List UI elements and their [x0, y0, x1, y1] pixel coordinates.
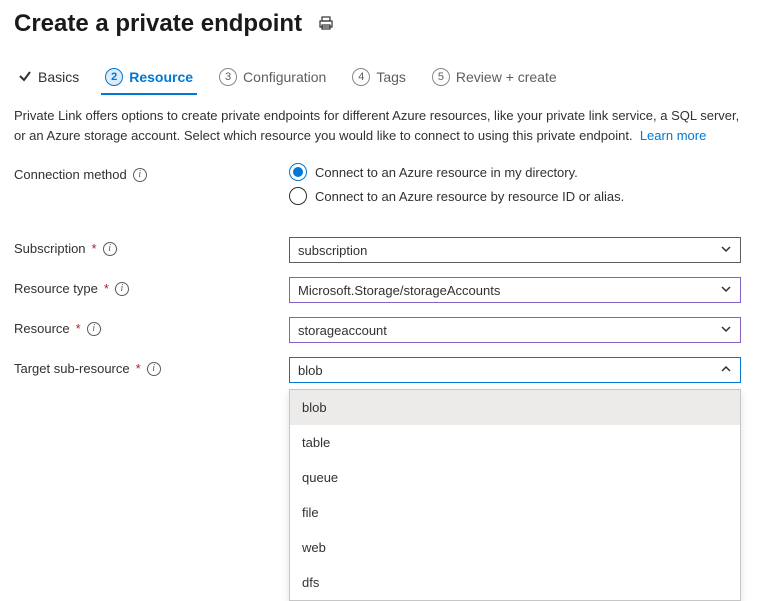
dropdown-option-blob[interactable]: blob	[290, 390, 740, 425]
print-icon[interactable]	[318, 15, 334, 34]
info-icon[interactable]: i	[87, 322, 101, 336]
radio-connect-resource-id[interactable]: Connect to an Azure resource by resource…	[289, 187, 741, 205]
resource-type-label: Resource type	[14, 281, 98, 296]
target-sub-resource-select[interactable]: blob	[289, 357, 741, 383]
step-number: 3	[219, 68, 237, 86]
tab-basics[interactable]: Basics	[14, 63, 83, 94]
info-icon[interactable]: i	[147, 362, 161, 376]
page-title: Create a private endpoint	[14, 10, 302, 38]
target-sub-resource-value: blob	[298, 363, 323, 378]
radio-label: Connect to an Azure resource in my direc…	[315, 165, 578, 180]
radio-icon	[289, 163, 307, 181]
radio-icon	[289, 187, 307, 205]
chevron-up-icon	[720, 363, 732, 378]
info-icon[interactable]: i	[115, 282, 129, 296]
tab-configuration[interactable]: 3 Configuration	[215, 62, 330, 94]
dropdown-option-queue[interactable]: queue	[290, 460, 740, 495]
target-sub-resource-dropdown: blob table queue file web dfs	[289, 389, 741, 601]
description-text: Private Link offers options to create pr…	[14, 106, 744, 145]
required-indicator: *	[76, 321, 81, 336]
tab-configuration-label: Configuration	[243, 69, 326, 85]
step-number: 2	[105, 68, 123, 86]
resource-label: Resource	[14, 321, 70, 336]
resource-type-value: Microsoft.Storage/storageAccounts	[298, 283, 500, 298]
subscription-select[interactable]: subscription	[289, 237, 741, 263]
required-indicator: *	[136, 361, 141, 376]
resource-select[interactable]: storageaccount	[289, 317, 741, 343]
learn-more-link[interactable]: Learn more	[640, 128, 706, 143]
info-icon[interactable]: i	[133, 168, 147, 182]
dropdown-option-file[interactable]: file	[290, 495, 740, 530]
dropdown-option-web[interactable]: web	[290, 530, 740, 565]
subscription-value: subscription	[298, 243, 367, 258]
tab-review-label: Review + create	[456, 69, 557, 85]
radio-label: Connect to an Azure resource by resource…	[315, 189, 624, 204]
tab-review[interactable]: 5 Review + create	[428, 62, 561, 94]
tab-resource-label: Resource	[129, 69, 193, 85]
tab-resource[interactable]: 2 Resource	[101, 62, 197, 94]
dropdown-option-table[interactable]: table	[290, 425, 740, 460]
required-indicator: *	[104, 281, 109, 296]
required-indicator: *	[92, 241, 97, 256]
chevron-down-icon	[720, 283, 732, 298]
wizard-tabs: Basics 2 Resource 3 Configuration 4 Tags…	[14, 62, 744, 94]
tab-basics-label: Basics	[38, 69, 79, 85]
chevron-down-icon	[720, 243, 732, 258]
resource-type-select[interactable]: Microsoft.Storage/storageAccounts	[289, 277, 741, 303]
tab-tags[interactable]: 4 Tags	[348, 62, 410, 94]
chevron-down-icon	[720, 323, 732, 338]
step-number: 4	[352, 68, 370, 86]
subscription-label: Subscription	[14, 241, 86, 256]
resource-value: storageaccount	[298, 323, 387, 338]
target-sub-resource-label: Target sub-resource	[14, 361, 130, 376]
check-icon	[18, 69, 32, 86]
connection-method-label: Connection method	[14, 167, 127, 182]
step-number: 5	[432, 68, 450, 86]
tab-tags-label: Tags	[376, 69, 406, 85]
info-icon[interactable]: i	[103, 242, 117, 256]
radio-connect-directory[interactable]: Connect to an Azure resource in my direc…	[289, 163, 741, 181]
